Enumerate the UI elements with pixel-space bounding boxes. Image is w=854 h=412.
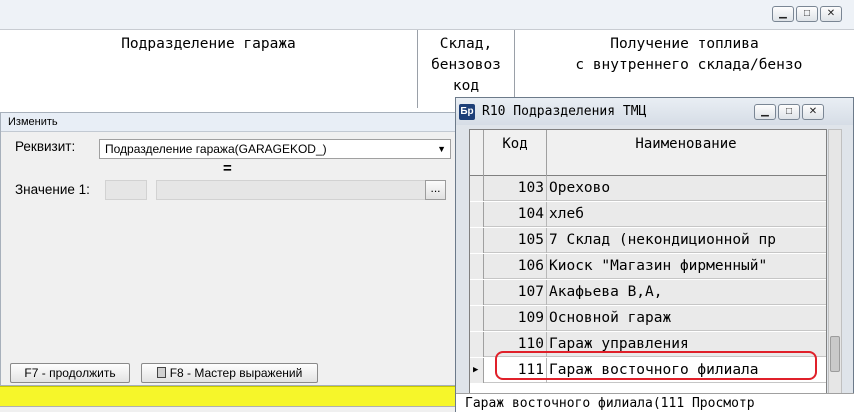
row-code: 105 (484, 228, 547, 253)
calculator-icon (156, 367, 166, 378)
table-row[interactable]: 109 Основной гараж (470, 306, 826, 331)
minimize-icon[interactable]: ▁ (754, 104, 776, 120)
row-name: 7 Склад (некондиционной пр (549, 232, 776, 248)
dropdown-arrow-icon[interactable]: ▼ (437, 140, 446, 158)
table-row[interactable]: 103 Орехово (470, 176, 826, 201)
attribute-select-value: Подразделение гаража(GARAGEKOD_) (105, 142, 327, 156)
value-input[interactable] (156, 180, 426, 200)
row-indicator (470, 254, 484, 279)
table-row[interactable]: 107 Акафьева В,А, (470, 280, 826, 305)
app-icon: Бр (459, 104, 475, 120)
highlight-annotation (495, 351, 817, 380)
attribute-select[interactable]: Подразделение гаража(GARAGEKOD_) ▼ (99, 139, 451, 159)
row-indicator (470, 332, 484, 357)
row-indicator-header (470, 130, 484, 176)
continue-button-label: F7 - продолжить (24, 366, 116, 380)
status-bar: Гараж восточного филиала(111 Просмотр (456, 393, 854, 412)
row-indicator (470, 280, 484, 305)
value-small-field[interactable] (105, 180, 147, 200)
lookup-window-titlebar: Бр R10 Подразделения ТМЦ ▁ □ ✕ (456, 98, 853, 125)
scrollbar-thumb[interactable] (830, 336, 840, 372)
operator-sign: = (223, 160, 232, 177)
value-label: Значение 1: (15, 182, 90, 197)
row-indicator (470, 228, 484, 253)
close-icon[interactable]: ✕ (820, 6, 842, 22)
table-row[interactable]: 105 7 Склад (некондиционной пр (470, 228, 826, 253)
row-code: 107 (484, 280, 547, 305)
row-code: 106 (484, 254, 547, 279)
row-name: хлеб (549, 206, 584, 222)
row-code: 109 (484, 306, 547, 331)
filter-dialog: Изменить Реквизит: Подразделение гаража(… (0, 112, 462, 386)
attribute-label: Реквизит: (15, 139, 76, 154)
row-code: 104 (484, 202, 547, 227)
row-code: 103 (484, 176, 547, 201)
background-window-controls: ▁ □ ✕ (772, 6, 842, 22)
column-header-code[interactable]: Код (484, 130, 547, 176)
row-name: Акафьева В,А, (549, 284, 663, 300)
table-row[interactable]: 106 Киоск "Магазин фирменный" (470, 254, 826, 279)
close-icon[interactable]: ✕ (802, 104, 824, 120)
filter-dialog-title: Изменить (1, 113, 461, 132)
background-window-titlebar: ▁ □ ✕ (0, 0, 854, 30)
continue-button[interactable]: F7 - продолжить (10, 363, 130, 383)
column-header-garage-division[interactable]: Подразделение гаража (0, 30, 418, 108)
row-name: Киоск "Магазин фирменный" (549, 258, 768, 274)
expression-wizard-button[interactable]: F8 - Мастер выражений (141, 363, 318, 383)
maximize-icon[interactable]: □ (796, 6, 818, 22)
lookup-grid-header: Код Наименование (470, 130, 826, 176)
lookup-window-title: R10 Подразделения ТМЦ (482, 104, 647, 119)
minimize-icon[interactable]: ▁ (772, 6, 794, 22)
expression-wizard-button-label: F8 - Мастер выражений (169, 366, 303, 380)
row-name: Орехово (549, 180, 611, 196)
row-indicator (470, 202, 484, 227)
row-name: Основной гараж (549, 310, 672, 326)
column-header-name[interactable]: Наименование (547, 130, 825, 176)
row-indicator (470, 176, 484, 201)
browse-button[interactable]: ... (425, 180, 446, 200)
vertical-scrollbar[interactable] (828, 129, 842, 395)
maximize-icon[interactable]: □ (778, 104, 800, 120)
row-indicator (470, 306, 484, 331)
selected-row-arrow-icon: ▶ (470, 358, 484, 383)
table-row[interactable]: 104 хлеб (470, 202, 826, 227)
lookup-window-controls: ▁ □ ✕ (754, 104, 824, 120)
